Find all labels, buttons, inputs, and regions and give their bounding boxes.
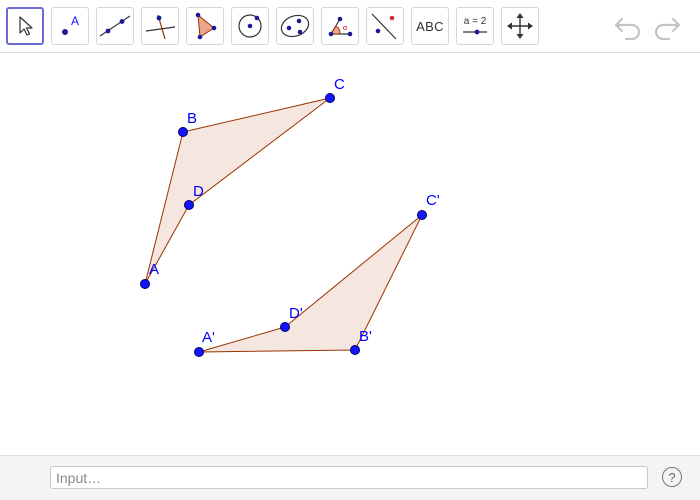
point-d-prime[interactable] <box>280 322 290 332</box>
circle-center-point-icon <box>238 14 262 38</box>
point-b-prime[interactable] <box>350 345 360 355</box>
point-c[interactable] <box>325 93 335 103</box>
point-a-prime[interactable] <box>194 347 204 357</box>
label-d[interactable]: D <box>193 183 204 200</box>
redo-icon[interactable] <box>652 14 682 40</box>
toolbar: A α ABC a = 2 <box>0 0 700 53</box>
ellipse-icon <box>280 14 310 38</box>
circle-tool-button[interactable] <box>231 7 269 45</box>
graphics-view[interactable]: A B C D A' B' C' D' <box>0 53 700 455</box>
undo-icon[interactable] <box>613 14 643 40</box>
input-bar-field[interactable] <box>50 466 648 489</box>
line-through-points-icon <box>99 15 131 37</box>
label-c-prime[interactable]: C' <box>426 192 440 209</box>
polygon-abcd-image[interactable] <box>198 214 423 353</box>
label-a[interactable]: A <box>149 261 159 278</box>
label-d-prime[interactable]: D' <box>289 305 303 322</box>
perpendicular-line-tool-button[interactable] <box>141 7 179 45</box>
input-bar-panel: ? <box>0 455 700 500</box>
point-tool-button[interactable]: A <box>51 7 89 45</box>
point-tool-label: A <box>71 14 79 28</box>
point-a[interactable] <box>140 279 150 289</box>
arrow-cursor-icon <box>19 16 33 36</box>
move-tool-button[interactable] <box>6 7 44 45</box>
slider-icon: a = 2 <box>463 16 487 35</box>
conic-tool-button[interactable] <box>276 7 314 45</box>
angle-icon: α <box>328 16 353 37</box>
polygon-tool-button[interactable] <box>186 7 224 45</box>
slider-tool-button[interactable]: a = 2 <box>456 7 494 45</box>
line-tool-button[interactable] <box>96 7 134 45</box>
help-icon[interactable]: ? <box>662 467 682 487</box>
text-tool-label: ABC <box>416 18 444 34</box>
label-a-prime[interactable]: A' <box>202 329 215 346</box>
polygon-abcd[interactable] <box>144 97 331 285</box>
graphics-view-svg: A B C D A' B' C' D' <box>140 76 440 357</box>
svg-text:α: α <box>343 25 347 32</box>
slider-tool-label: a = 2 <box>464 16 487 27</box>
point-c-prime[interactable] <box>417 210 427 220</box>
point-d[interactable] <box>184 200 194 210</box>
point-b[interactable] <box>178 127 188 137</box>
move-arrows-icon <box>507 13 533 39</box>
reflect-tool-button[interactable] <box>366 7 404 45</box>
angle-tool-button[interactable]: α <box>321 7 359 45</box>
label-b[interactable]: B <box>187 110 197 127</box>
perpendicular-line-icon <box>145 14 176 40</box>
reflect-about-line-icon <box>371 13 397 40</box>
label-c[interactable]: C <box>334 76 345 93</box>
text-tool-button[interactable]: ABC <box>411 7 449 45</box>
help-label: ? <box>668 469 676 485</box>
polygon-icon <box>195 12 217 40</box>
move-graphics-view-tool-button[interactable] <box>501 7 539 45</box>
point-icon: A <box>62 14 79 35</box>
label-b-prime[interactable]: B' <box>359 328 372 345</box>
